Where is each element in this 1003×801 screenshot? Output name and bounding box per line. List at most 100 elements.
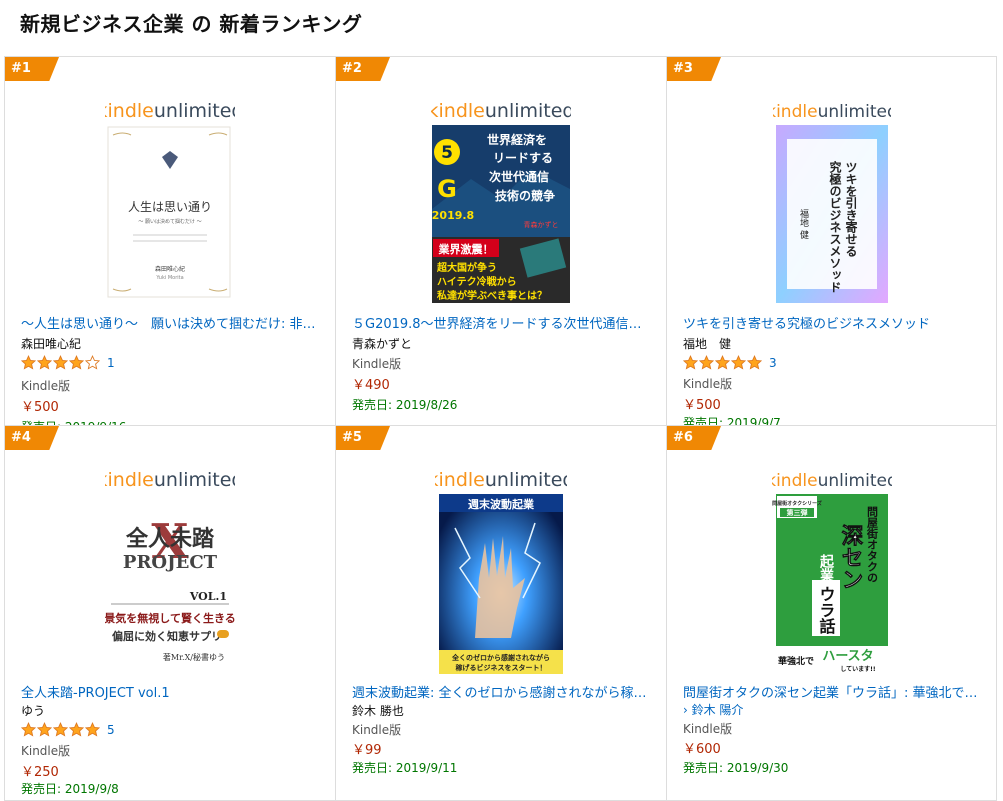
format-label: Kindle版 (352, 723, 402, 737)
star-icon (85, 355, 100, 370)
kindle-unlimited-logo: kindleunlimited (772, 471, 892, 491)
svg-text:全くのゼロから感謝されながら: 全くのゼロから感謝されながら (451, 653, 550, 662)
star-icon (747, 355, 762, 370)
price: ￥600 (683, 742, 721, 757)
price: ￥250 (21, 765, 59, 780)
release-date: 発売日: 2019/9/11 (352, 761, 458, 775)
svg-text:G: G (437, 175, 457, 203)
format-label: Kindle版 (352, 357, 402, 371)
rank-badge: #6 (667, 426, 721, 450)
ranking-item[interactable]: #2 kindleunlimited 5 G 2019.8 世界経済を リードす… (336, 57, 667, 426)
svg-text:次世代通信: 次世代通信 (489, 169, 549, 184)
star-icon (69, 355, 84, 370)
price: ￥99 (352, 743, 382, 758)
star-rating[interactable]: 1 (21, 355, 115, 370)
svg-text:青森かずと: 青森かずと (524, 220, 559, 229)
rating-count-link[interactable]: 3 (769, 356, 777, 370)
release-date: 発売日: 2019/9/30 (683, 761, 789, 775)
star-rating[interactable]: 3 (683, 355, 777, 370)
ranking-item[interactable]: #4 kindleunlimited X 全人未踏 PROJECT VOL.1 … (5, 426, 336, 801)
svg-text:第三弾: 第三弾 (786, 508, 807, 517)
rank-badge: #1 (5, 57, 59, 81)
svg-text:週末波動起業: 週末波動起業 (468, 497, 535, 511)
book-title-link[interactable]: 〜人生は思い通り〜 願いは決めて掴むだけ: 非… (21, 313, 321, 332)
author-name: ゆう (21, 704, 46, 718)
rating-count-link[interactable]: 1 (107, 356, 115, 370)
svg-text:超大国が争う: 超大国が争う (436, 261, 497, 274)
star-rating[interactable]: 5 (21, 722, 115, 737)
svg-text:2019.8: 2019.8 (432, 209, 474, 222)
ranking-item[interactable]: #3 kindleunlimited ツキを引き寄せる 究極のビジネスメソッド … (667, 57, 997, 426)
kindle-unlimited-logo: kindleunlimited (431, 100, 571, 122)
ranking-item[interactable]: #5 kindleunlimited 週末波動起業 全くのゼロから感謝されながら (336, 426, 667, 801)
release-date: 発売日: 2019/8/26 (352, 398, 458, 412)
format-label: Kindle版 (683, 377, 733, 391)
svg-text:問屋街オタクの: 問屋街オタクの (865, 506, 879, 583)
star-icon (69, 722, 84, 737)
rank-badge: #5 (336, 426, 390, 450)
kindle-unlimited-logo: kindleunlimited (105, 100, 235, 122)
star-icon (53, 355, 68, 370)
star-icon (53, 722, 68, 737)
svg-text:ハイテク冷戦から: ハイテク冷戦から (437, 275, 517, 288)
svg-text:業界激震！: 業界激震！ (438, 242, 494, 256)
svg-text:稼げるビジネスをスタート！: 稼げるビジネスをスタート！ (456, 663, 547, 672)
author-link[interactable]: › 鈴木 陽介 (683, 701, 743, 718)
ranking-item[interactable]: #6 kindleunlimited 問屋街オタクシリーズ 第三弾 問屋街オタク… (667, 426, 997, 801)
svg-text:ツキを引き寄せる: ツキを引き寄せる (844, 161, 858, 257)
rating-count-link[interactable]: 5 (107, 723, 115, 737)
ranking-item[interactable]: #1 kindleunlimited 人生は思い通り 〜 願いは決めて掴むだけ … (5, 57, 336, 426)
book-cover[interactable]: kindleunlimited X 全人未踏 PROJECT VOL.1 景気を… (5, 468, 335, 674)
rank-badge: #2 (336, 57, 390, 81)
book-cover[interactable]: kindleunlimited 週末波動起業 全くのゼロから感謝されながら 稼げ… (336, 468, 666, 674)
star-icon (683, 355, 698, 370)
star-icon (731, 355, 746, 370)
svg-text:5: 5 (441, 143, 453, 163)
svg-text:究極のビジネスメソッド: 究極のビジネスメソッド (828, 160, 842, 293)
star-icon (37, 355, 52, 370)
star-icon (699, 355, 714, 370)
price: ￥490 (352, 378, 390, 393)
kindle-unlimited-logo: kindleunlimited (105, 469, 235, 491)
rank-badge: #4 (5, 426, 59, 450)
book-title-link[interactable]: 問屋街オタクの深セン起業「ウラ話」: 華強北で… (683, 682, 983, 701)
svg-text:問屋街オタクシリーズ: 問屋街オタクシリーズ (772, 500, 822, 507)
book-cover[interactable]: kindleunlimited 人生は思い通り 〜 願いは決めて掴むだけ 〜 森… (5, 99, 335, 305)
book-title-link[interactable]: ツキを引き寄せる究極のビジネスメソッド (683, 313, 983, 332)
svg-text:華強北で: 華強北で (777, 655, 813, 667)
author-name: 福地 健 (683, 337, 732, 351)
svg-text:ハースタ: ハースタ (822, 649, 873, 664)
svg-text:森田唯心紀: 森田唯心紀 (155, 265, 185, 273)
star-icon (85, 722, 100, 737)
svg-text:深セン: 深セン (837, 524, 863, 590)
star-icon (37, 722, 52, 737)
book-cover[interactable]: kindleunlimited 5 G 2019.8 世界経済を リードする 次… (336, 99, 666, 305)
svg-text:PROJECT: PROJECT (123, 552, 218, 573)
svg-text:人生は思い通り: 人生は思い通り (128, 200, 212, 214)
svg-text:景気を無視して賢く生きる: 景気を無視して賢く生きる (105, 611, 235, 625)
rank-badge: #3 (667, 57, 721, 81)
svg-text:ウラ話: ウラ話 (816, 586, 835, 635)
book-title-link[interactable]: 全人未踏-PROJECT vol.1 (21, 682, 321, 701)
author-name: 青森かずと (352, 337, 413, 351)
format-label: Kindle版 (21, 744, 71, 758)
format-label: Kindle版 (683, 722, 733, 736)
star-icon (715, 355, 730, 370)
svg-text:世界経済を: 世界経済を (487, 132, 547, 147)
release-date: 発売日: 2019/9/8 (21, 782, 119, 796)
svg-text:起業: 起業 (818, 553, 835, 583)
format-label: Kindle版 (21, 379, 71, 393)
svg-text:〜 願いは決めて掴むだけ 〜: 〜 願いは決めて掴むだけ 〜 (138, 218, 201, 225)
book-cover[interactable]: kindleunlimited ツキを引き寄せる 究極のビジネスメソッド 福地 … (667, 99, 996, 305)
svg-text:全人未踏: 全人未踏 (125, 526, 215, 552)
price: ￥500 (683, 398, 721, 413)
svg-text:しています!!: しています!! (840, 665, 875, 673)
svg-text:リードする: リードする (493, 151, 553, 165)
book-title-link[interactable]: 週末波動起業: 全くのゼロから感謝されながら稼… (352, 682, 652, 701)
svg-text:私達が学ぶべき事とは？: 私達が学ぶべき事とは？ (436, 289, 547, 302)
page-title: 新規ビジネス企業 の 新着ランキング (20, 12, 363, 36)
author-name: 森田唯心紀 (21, 337, 82, 351)
book-cover[interactable]: kindleunlimited 問屋街オタクシリーズ 第三弾 問屋街オタクの 深… (667, 468, 996, 674)
kindle-unlimited-logo: kindleunlimited (435, 469, 567, 491)
book-title-link[interactable]: ５G2019.8〜世界経済をリードする次世代通信… (352, 313, 652, 332)
